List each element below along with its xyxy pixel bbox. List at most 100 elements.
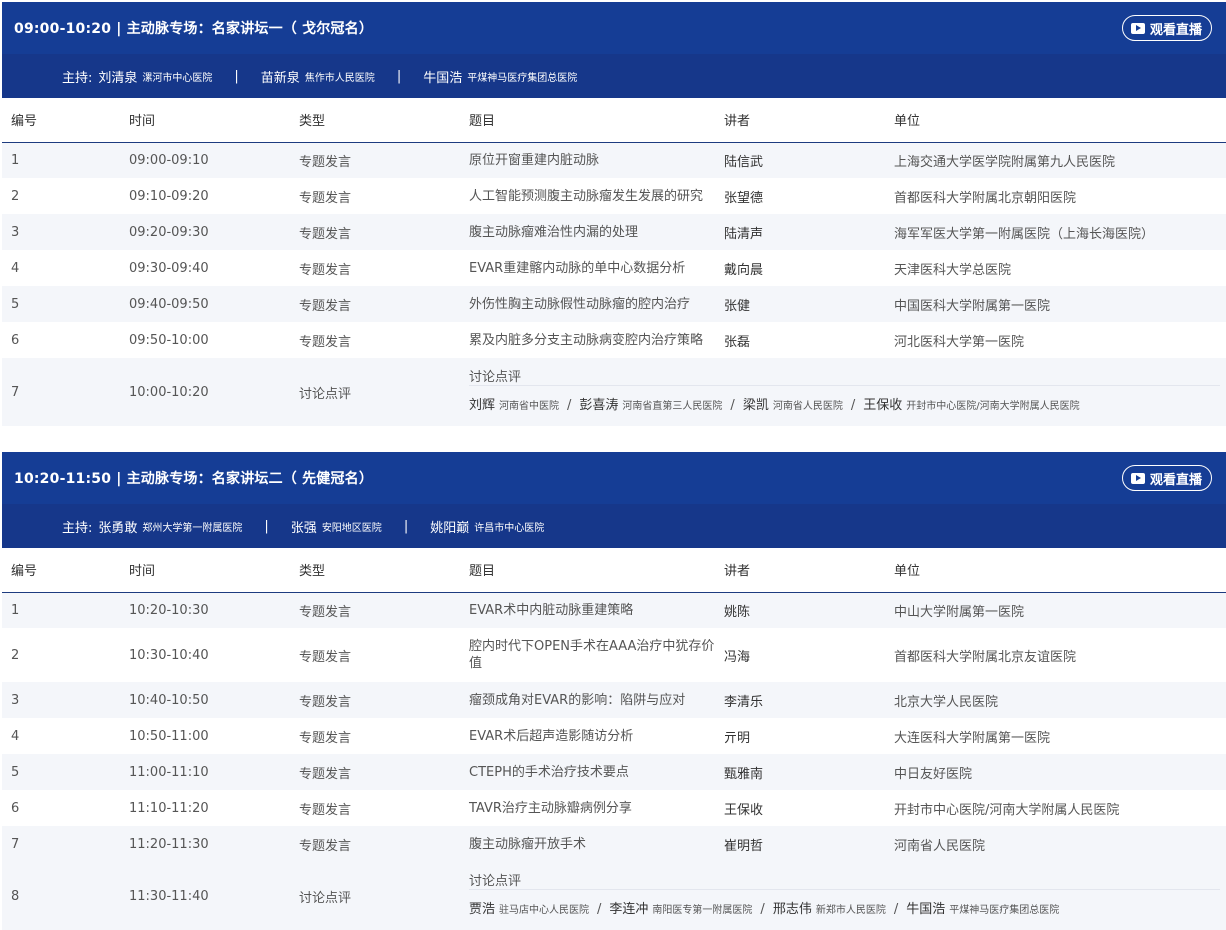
table-row: 5 11:00-11:10 专题发言 CTEPH的手术治疗技术要点 甄雅南 中日… [2, 754, 1226, 790]
session-title: 09:00-10:20 | 主动脉专场：名家讲坛一（ 戈尔冠名） [14, 21, 374, 37]
table-row: 2 09:10-09:20 专题发言 人工智能预测腹主动脉瘤发生发展的研究 张望… [2, 178, 1226, 214]
separator: / [730, 398, 735, 413]
cell-unit: 河北医科大学第一医院 [885, 322, 1226, 358]
cell-time: 10:50-11:00 [120, 718, 290, 754]
cell-time: 10:30-10:40 [120, 628, 290, 682]
header-topic: 题目 [460, 548, 715, 593]
table-header-row: 编号 时间 类型 题目 讲者 单位 [2, 548, 1226, 593]
cell-speaker: 张望德 [715, 178, 885, 214]
cell-no: 5 [2, 286, 120, 322]
table-row: 6 09:50-10:00 专题发言 累及内脏多分支主动脉病变腔内治疗策略 张磊… [2, 322, 1226, 358]
cell-type: 讨论点评 [290, 358, 460, 426]
session-block: 10:20-11:50 | 主动脉专场：名家讲坛二（ 先健冠名） 观看直播 主持… [2, 452, 1226, 930]
cell-type: 专题发言 [290, 322, 460, 358]
chair-bar: 主持: 张勇敢 郑州大学第一附属医院 | 张强 安阳地区医院 | 姚阳巅 许昌市… [2, 504, 1226, 548]
header-no: 编号 [2, 98, 120, 143]
cell-topic: EVAR术后超声造影随访分析 [460, 718, 715, 754]
chair-name: 苗新泉 [260, 70, 300, 86]
discussion-topic: 讨论点评 [469, 862, 1220, 890]
cell-type: 专题发言 [290, 592, 460, 628]
separator: / [893, 902, 899, 917]
watch-live-label: 观看直播 [1149, 22, 1202, 38]
table-row: 6 11:10-11:20 专题发言 TAVR治疗主动脉瓣病例分享 王保收 开封… [2, 790, 1226, 826]
chair-institution: 漯河市中心医院 [142, 72, 213, 84]
cell-speaker: 姚陈 [715, 592, 885, 628]
cell-speaker: 甄雅南 [715, 754, 885, 790]
header-unit: 单位 [885, 98, 1226, 143]
cell-topic: 人工智能预测腹主动脉瘤发生发展的研究 [460, 178, 715, 214]
cell-topic: 外伤性胸主动脉假性动脉瘤的腔内治疗 [460, 286, 715, 322]
cell-type: 专题发言 [290, 682, 460, 718]
panelist-institution: 河南省直第三人民医院 [622, 401, 723, 412]
cell-type: 专题发言 [290, 250, 460, 286]
cell-topic: 腹主动脉瘤难治性内漏的处理 [460, 214, 715, 250]
cell-time: 09:10-09:20 [120, 178, 290, 214]
cell-no: 4 [2, 718, 120, 754]
header-no: 编号 [2, 548, 120, 593]
header-time: 时间 [120, 98, 290, 143]
cell-topic: EVAR术中内脏动脉重建策略 [460, 592, 715, 628]
cell-topic: 腔内时代下OPEN手术在AAA治疗中犹存价值 [460, 628, 715, 682]
panelist-name: 彭喜涛 [579, 398, 619, 413]
cell-no: 1 [2, 142, 120, 178]
cell-type: 讨论点评 [290, 862, 460, 930]
watch-live-label: 观看直播 [1149, 472, 1202, 488]
cell-speaker: 冯海 [715, 628, 885, 682]
header-time: 时间 [120, 548, 290, 593]
cell-unit: 首都医科大学附属北京友谊医院 [885, 628, 1226, 682]
table-row: 7 11:20-11:30 专题发言 腹主动脉瘤开放手术 崔明哲 河南省人民医院 [2, 826, 1226, 862]
cell-time: 11:00-11:10 [120, 754, 290, 790]
panelist-name: 贾浩 [469, 902, 496, 917]
table-row: 4 10:50-11:00 专题发言 EVAR术后超声造影随访分析 亓明 大连医… [2, 718, 1226, 754]
table-row: 1 10:20-10:30 专题发言 EVAR术中内脏动脉重建策略 姚陈 中山大… [2, 592, 1226, 628]
cell-unit: 上海交通大学医学院附属第九人民医院 [885, 142, 1226, 178]
watch-live-button[interactable]: 观看直播 [1121, 465, 1212, 491]
cell-speaker: 戴向晨 [715, 250, 885, 286]
panelist-name: 王保收 [863, 398, 903, 413]
cell-no: 5 [2, 754, 120, 790]
watch-live-button[interactable]: 观看直播 [1121, 15, 1212, 41]
cell-topic: EVAR重建髂内动脉的单中心数据分析 [460, 250, 715, 286]
chair-bar: 主持: 刘清泉 漯河市中心医院 | 苗新泉 焦作市人民医院 | 牛国浩 平煤神马… [2, 54, 1226, 98]
chair-name: 姚阳巅 [430, 520, 470, 536]
chair-name: 牛国浩 [423, 70, 463, 86]
cell-unit: 北京大学人民医院 [885, 682, 1226, 718]
cell-unit: 中国医科大学附属第一医院 [885, 286, 1226, 322]
cell-topic: 累及内脏多分支主动脉病变腔内治疗策略 [460, 322, 715, 358]
discussion-panel: 刘辉 河南省中医院 / 彭喜涛 河南省直第三人民医院 / 梁凯 河南省人民医院 / 王保收 开封市中… [469, 386, 1226, 426]
separator: | [396, 68, 402, 84]
cell-time: 10:40-10:50 [120, 682, 290, 718]
panelist-name: 梁凯 [742, 398, 769, 413]
discussion-topic: 讨论点评 [469, 358, 1220, 386]
cell-no: 7 [2, 358, 120, 426]
chair-name: 刘清泉 [98, 70, 138, 86]
cell-type: 专题发言 [290, 286, 460, 322]
cell-time: 11:30-11:40 [120, 862, 290, 930]
cell-unit: 开封市中心医院/河南大学附属人民医院 [885, 790, 1226, 826]
cell-type: 专题发言 [290, 142, 460, 178]
play-video-icon [1130, 472, 1145, 484]
cell-type: 专题发言 [290, 790, 460, 826]
separator: | [403, 518, 409, 534]
cell-no: 1 [2, 592, 120, 628]
table-row: 4 09:30-09:40 专题发言 EVAR重建髂内动脉的单中心数据分析 戴向… [2, 250, 1226, 286]
cell-no: 8 [2, 862, 120, 930]
table-row: 1 09:00-09:10 专题发言 原位开窗重建内脏动脉 陆信武 上海交通大学… [2, 142, 1226, 178]
cell-time: 11:20-11:30 [120, 826, 290, 862]
cell-topic: CTEPH的手术治疗技术要点 [460, 754, 715, 790]
cell-type: 专题发言 [290, 826, 460, 862]
cell-unit: 河南省人民医院 [885, 826, 1226, 862]
discussion-cell: 讨论点评 刘辉 河南省中医院 / 彭喜涛 河南省直第三人民医院 / 梁凯 河南省人民医院 / 王保… [460, 358, 1226, 426]
cell-speaker: 张健 [715, 286, 885, 322]
cell-time: 10:00-10:20 [120, 358, 290, 426]
separator: | [234, 68, 239, 84]
separator: | [264, 518, 269, 534]
cell-topic: 腹主动脉瘤开放手术 [460, 826, 715, 862]
chair-institution: 平煤神马医疗集团总医院 [467, 72, 578, 84]
header-topic: 题目 [460, 98, 715, 143]
discussion-row: 8 11:30-11:40 讨论点评 讨论点评 贾浩 驻马店中心人民医院 / 李连冲南… [2, 862, 1226, 930]
cell-no: 3 [2, 214, 120, 250]
cell-time: 09:00-09:10 [120, 142, 290, 178]
table-header-row: 编号 时间 类型 题目 讲者 单位 [2, 98, 1226, 143]
cell-no: 3 [2, 682, 120, 718]
